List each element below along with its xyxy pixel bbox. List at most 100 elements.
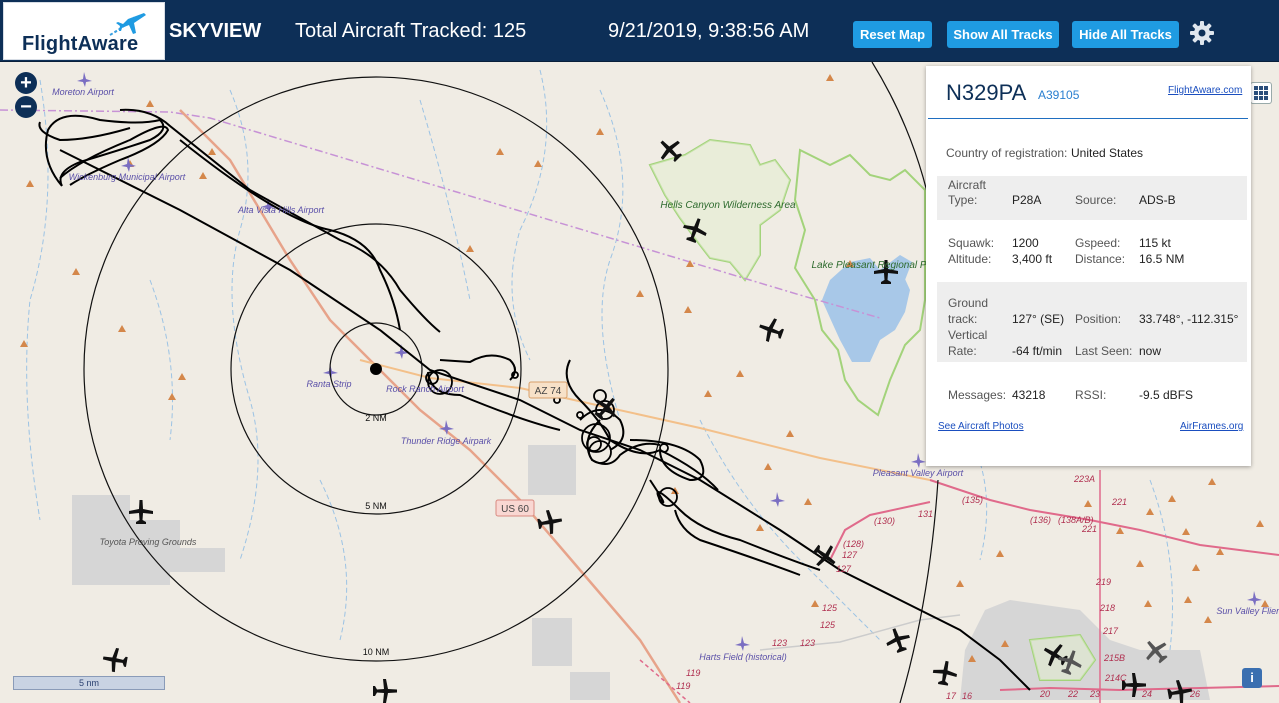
road-number: 215B — [1103, 653, 1125, 663]
road-number: 24 — [1141, 689, 1152, 699]
top-bar: FlightAware SKYVIEW Total Aircraft Track… — [0, 0, 1279, 62]
messages-label: Messages: — [948, 388, 1007, 402]
squawk-label: Squawk: — [948, 236, 995, 250]
road-number: (128) — [843, 539, 864, 549]
table-view-button[interactable] — [1250, 82, 1272, 104]
place-label-thunder-ridge: Thunder Ridge Airpark — [401, 436, 492, 446]
road-number: (130) — [874, 516, 895, 526]
grid-icon — [1254, 86, 1268, 100]
aircraft-hex-code: A39105 — [1038, 88, 1080, 102]
gspeed-value: 115 kt — [1139, 236, 1171, 250]
country-value: United States — [1071, 146, 1144, 160]
road-number: 17 — [946, 691, 957, 701]
country-row: Country of registration: United States — [937, 146, 1247, 164]
place-label-lake-pleasant: Lake Pleasant Regional Park — [812, 260, 942, 271]
road-number: 221 — [1081, 524, 1097, 534]
road-number: 217 — [1102, 626, 1119, 636]
position-label: Position: — [1075, 312, 1122, 326]
aircraft-type-label-line1: Aircraft — [948, 178, 987, 192]
place-label-harts-field: Harts Field (historical) — [699, 652, 787, 662]
panel-divider — [928, 118, 1248, 119]
current-datetime: 9/21/2019, 9:38:56 AM — [608, 20, 810, 42]
zoom-out-button[interactable]: − — [15, 96, 37, 118]
road-number: (135) — [962, 495, 983, 505]
aircraft-photos-link[interactable]: See Aircraft Photos — [938, 421, 1024, 432]
country-label: Country of registration: — [946, 146, 1068, 160]
flightaware-link[interactable]: FlightAware.com — [1168, 85, 1242, 96]
aircraft-info-panel: N329PA A39105 FlightAware.com Country of… — [926, 66, 1251, 466]
distance-value: 16.5 NM — [1139, 252, 1185, 266]
flightaware-logo[interactable]: FlightAware — [3, 2, 165, 60]
rssi-value: -9.5 dBFS — [1139, 388, 1194, 402]
type-source-row: Aircraft Type: P28A Source: ADS-B — [937, 176, 1247, 220]
app-name: SKYVIEW — [169, 20, 262, 42]
road-number: 123 — [772, 638, 787, 648]
ground-track-label-line2: track: — [948, 312, 978, 326]
vertical-rate-label-line2: Rate: — [948, 344, 977, 358]
road-number: 125 — [822, 603, 838, 613]
vertical-rate-value: -64 ft/min — [1012, 344, 1063, 358]
reset-map-button[interactable]: Reset Map — [853, 21, 932, 48]
altitude-label: Altitude: — [948, 252, 992, 266]
map-scale-bar: 5 nm — [13, 676, 165, 690]
aircraft-type-value: P28A — [1012, 193, 1042, 207]
distance-label: Distance: — [1075, 252, 1126, 266]
range-label-5nm: 5 NM — [365, 501, 387, 511]
aircraft-tracked-count: Total Aircraft Tracked: 125 — [295, 20, 527, 42]
source-label: Source: — [1075, 193, 1117, 207]
road-number: 22 — [1067, 689, 1078, 699]
vertical-rate-label-line1: Vertical — [948, 328, 988, 342]
messages-value: 43218 — [1012, 388, 1046, 402]
show-all-tracks-button[interactable]: Show All Tracks — [947, 21, 1059, 48]
road-number: 131 — [918, 509, 933, 519]
airframes-link[interactable]: AirFrames.org — [1180, 421, 1243, 432]
road-number: 221 — [1111, 497, 1127, 507]
highway-shield-az74: AZ 74 — [528, 381, 568, 399]
road-number: 119 — [686, 668, 700, 678]
gspeed-label: Gspeed: — [1075, 236, 1121, 250]
hide-all-tracks-button[interactable]: Hide All Tracks — [1072, 21, 1179, 48]
road-number: 20 — [1039, 689, 1050, 699]
road-number: 16 — [962, 691, 972, 701]
receiver-location-dot — [370, 363, 382, 375]
last-seen-value: now — [1139, 344, 1162, 358]
road-number: 219 — [1095, 577, 1111, 587]
place-label-wickenburg: Wickenburg Municipal Airport — [69, 172, 186, 182]
source-value: ADS-B — [1139, 193, 1176, 207]
place-label-hells-canyon: Hells Canyon Wilderness Area — [660, 200, 796, 211]
road-number: 125 — [820, 620, 836, 630]
zoom-in-button[interactable]: + — [15, 72, 37, 94]
aircraft-registration: N329PA — [946, 80, 1027, 105]
logo-text: FlightAware — [22, 33, 139, 55]
road-number: (136) — [1030, 515, 1051, 525]
road-number: 223A — [1073, 474, 1095, 484]
road-number: 214C — [1104, 673, 1127, 683]
altitude-value: 3,400 ft — [1012, 252, 1053, 266]
highway-shield-us60: US 60 — [495, 499, 535, 517]
ground-track-value: 127° (SE) — [1012, 312, 1065, 326]
road-number: 218 — [1099, 603, 1115, 613]
svg-text:AZ 74: AZ 74 — [535, 386, 562, 397]
info-button[interactable]: i — [1242, 668, 1262, 688]
place-label-sun-valley: Sun Valley Fliers — [1216, 606, 1279, 616]
svg-text:US 60: US 60 — [501, 504, 529, 515]
place-label-alta-vista: Alta Vista Hills Airport — [237, 205, 325, 215]
squawk-altitude-row: Squawk: 1200 Gspeed: 115 kt Altitude: 3,… — [937, 236, 1247, 270]
messages-rssi-row: Messages: 43218 RSSI: -9.5 dBFS — [937, 388, 1247, 406]
last-seen-label: Last Seen: — [1075, 344, 1133, 358]
ground-track-label-line1: Ground — [948, 296, 989, 310]
gear-icon[interactable] — [1188, 19, 1216, 47]
aircraft-type-label-line2: Type: — [948, 193, 978, 207]
place-label-pleasant-valley: Pleasant Valley Airport — [873, 468, 964, 478]
road-number: 127 — [836, 564, 852, 574]
position-value: 33.748°, -112.315° — [1139, 312, 1239, 326]
road-number: 26 — [1189, 689, 1200, 699]
road-number: 23 — [1089, 689, 1100, 699]
road-number: 127 — [842, 550, 858, 560]
place-label-ranta-strip: Ranta Strip — [306, 379, 351, 389]
place-label-moreton-1: Moreton Airport — [52, 87, 114, 97]
road-number: 119 — [676, 681, 690, 691]
place-label-rock-ranch: Rock Ranch Airport — [386, 384, 464, 394]
squawk-value: 1200 — [1012, 236, 1039, 250]
road-number: 123 — [800, 638, 815, 648]
